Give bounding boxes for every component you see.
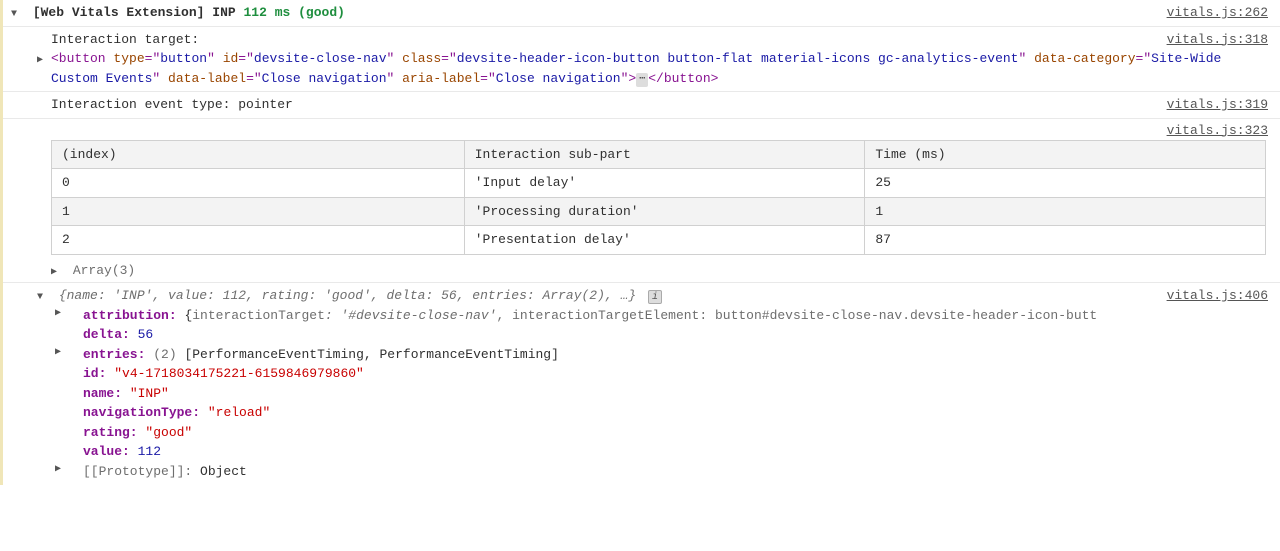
interaction-target-row: Interaction target: vitals.js:318	[3, 26, 1280, 50]
timing-table: (index) Interaction sub-part Time (ms) 0…	[51, 140, 1266, 255]
html-close-tag: </button>	[648, 71, 718, 86]
object-summary-text: name: 'INP', value: 112, rating: 'good',…	[67, 288, 629, 303]
source-link[interactable]: vitals.js:323	[1167, 121, 1268, 141]
table-row: 0 'Input delay' 25	[52, 169, 1266, 198]
timing-table-row: vitals.js:323 (index) Interaction sub-pa…	[3, 118, 1280, 283]
prop-entries[interactable]: entries: (2) [PerformanceEventTiming, Pe…	[51, 345, 1272, 365]
source-link[interactable]: vitals.js:262	[1167, 3, 1268, 23]
prop-attribution[interactable]: attribution: {interactionTarget: '#devsi…	[51, 306, 1272, 326]
event-type-label: Interaction event type: pointer	[51, 97, 293, 112]
table-row: 2 'Presentation delay' 87	[52, 226, 1266, 255]
source-link[interactable]: vitals.js:318	[1167, 30, 1268, 50]
source-link[interactable]: vitals.js:406	[1167, 286, 1268, 306]
object-summary[interactable]: {name: 'INP', value: 112, rating: 'good'…	[51, 286, 1272, 306]
prop-rating: rating: "good"	[51, 423, 1272, 443]
info-icon[interactable]: i	[648, 290, 662, 304]
array-summary[interactable]: Array(3)	[27, 258, 1270, 281]
prop-id: id: "v4-1718034175221-6159846979860"	[51, 364, 1272, 384]
table-row: 1 'Processing duration' 1	[52, 197, 1266, 226]
prop-navigation-type: navigationType: "reload"	[51, 403, 1272, 423]
chevron-right-icon[interactable]	[55, 306, 67, 318]
chevron-right-icon[interactable]	[51, 265, 63, 277]
chevron-right-icon[interactable]	[55, 345, 67, 357]
ellipsis-icon[interactable]: ⋯	[636, 73, 648, 87]
chevron-right-icon[interactable]	[37, 53, 49, 65]
object-row: vitals.js:406 {name: 'INP', value: 112, …	[3, 282, 1280, 485]
source-link[interactable]: vitals.js:319	[1167, 95, 1268, 115]
prop-prototype[interactable]: [[Prototype]]: Object	[51, 462, 1272, 482]
interaction-target-label: Interaction target:	[51, 32, 199, 47]
interaction-event-type-row: Interaction event type: pointer vitals.j…	[3, 91, 1280, 118]
object-summary-close: }	[628, 288, 636, 303]
chevron-down-icon[interactable]	[37, 290, 49, 302]
metric-rating: (good)	[298, 5, 345, 20]
chevron-down-icon[interactable]	[11, 7, 23, 19]
extension-prefix: [Web Vitals Extension]	[33, 5, 205, 20]
col-index: (index)	[52, 140, 465, 169]
chevron-right-icon[interactable]	[55, 462, 67, 474]
interaction-target-html[interactable]: <button type="button" id="devsite-close-…	[3, 49, 1280, 91]
console-group-header[interactable]: [Web Vitals Extension] INP 112 ms (good)…	[3, 0, 1280, 26]
object-summary-open: {	[59, 288, 67, 303]
col-time: Time (ms)	[865, 140, 1266, 169]
col-subpart: Interaction sub-part	[464, 140, 865, 169]
prop-value: value: 112	[51, 442, 1272, 462]
console-group: [Web Vitals Extension] INP 112 ms (good)…	[0, 0, 1280, 485]
metric-value: 112 ms	[243, 5, 290, 20]
metric-name: INP	[212, 5, 235, 20]
table-header-row: (index) Interaction sub-part Time (ms)	[52, 140, 1266, 169]
prop-delta: delta: 56	[51, 325, 1272, 345]
prop-name: name: "INP"	[51, 384, 1272, 404]
html-open-tag: <button	[51, 51, 106, 66]
